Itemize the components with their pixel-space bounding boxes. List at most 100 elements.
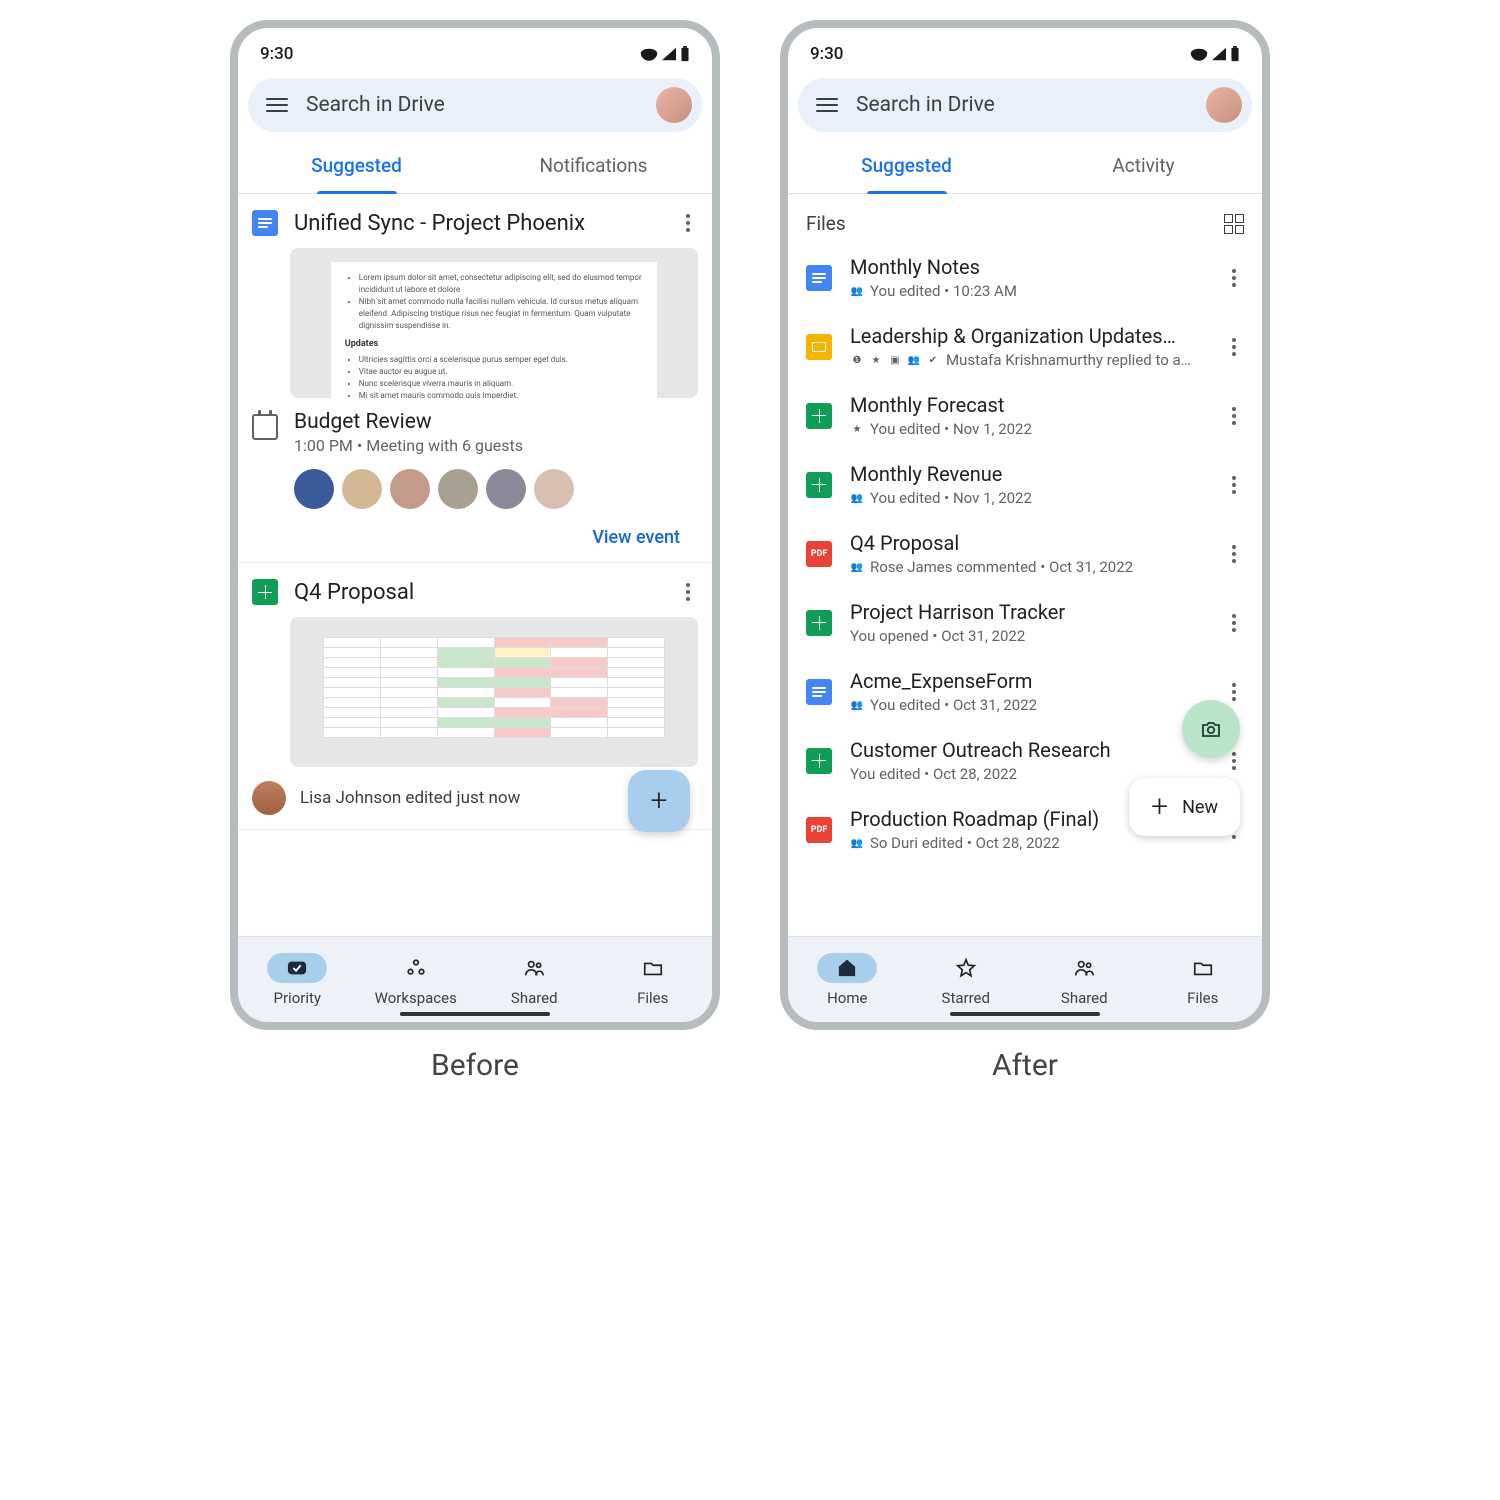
clock: 9:30 (260, 44, 293, 64)
phone-after: 9:30 Search in Drive Suggested Activity … (780, 20, 1270, 1030)
people-icon: 👥 (850, 560, 864, 574)
fab-add[interactable]: + (628, 770, 690, 832)
more-icon[interactable] (1224, 265, 1244, 291)
menu-icon[interactable] (266, 98, 288, 112)
card-title: Q4 Proposal (294, 580, 662, 605)
fab-new[interactable]: + New (1129, 778, 1240, 836)
status-bar: 9:30 (788, 28, 1262, 72)
tabs: Suggested Notifications (238, 154, 712, 194)
card-title: Unified Sync - Project Phoenix (294, 211, 662, 236)
activity-text: Lisa Johnson edited just now (300, 788, 520, 808)
people-icon: 👥 (850, 698, 864, 712)
fab-camera[interactable] (1182, 700, 1240, 758)
file-name: Monthly Revenue (850, 462, 1206, 486)
gesture-bar (950, 1012, 1100, 1016)
file-name: Monthly Forecast (850, 393, 1206, 417)
file-row[interactable]: Monthly Forecast ★You edited • Nov 1, 202… (788, 381, 1262, 450)
more-icon[interactable] (1224, 403, 1244, 429)
event-subtitle: 1:00 PM • Meeting with 6 guests (294, 436, 523, 455)
docs-icon (806, 265, 832, 291)
more-icon[interactable] (678, 579, 698, 605)
nav-priority[interactable]: Priority (238, 937, 357, 1022)
camera-icon (1199, 717, 1223, 741)
file-subtitle: 👥Rose James commented • Oct 31, 2022 (850, 558, 1206, 576)
sheets-icon (806, 748, 832, 774)
people-icon: 👥 (850, 284, 864, 298)
more-icon[interactable] (1224, 472, 1244, 498)
section-label: Files (806, 212, 846, 235)
file-row[interactable]: Monthly Notes 👥You edited • 10:23 AM (788, 243, 1262, 312)
pdf-icon: PDF (806, 541, 832, 567)
profile-avatar[interactable] (1206, 87, 1242, 123)
gesture-bar (400, 1012, 550, 1016)
guest-avatars (294, 469, 698, 509)
file-name: Project Harrison Tracker (850, 600, 1206, 624)
nav-starred[interactable]: Starred (907, 937, 1026, 1022)
clock: 9:30 (810, 44, 843, 64)
file-row[interactable]: Monthly Revenue 👥You edited • Nov 1, 2022 (788, 450, 1262, 519)
status-icons (1190, 46, 1240, 62)
plus-icon: + (1151, 792, 1168, 822)
tab-suggested[interactable]: Suggested (238, 154, 475, 193)
file-row[interactable]: Project Harrison Tracker You opened • Oct… (788, 588, 1262, 657)
search-placeholder: Search in Drive (306, 93, 638, 117)
nav-home[interactable]: Home (788, 937, 907, 1022)
tabs: Suggested Activity (788, 154, 1262, 194)
suggested-card-peek[interactable] (238, 830, 712, 872)
tab-activity[interactable]: Activity (1025, 154, 1262, 193)
profile-avatar[interactable] (656, 87, 692, 123)
bottom-nav: Priority Workspaces Shared Files (238, 936, 712, 1022)
slides-icon (806, 334, 832, 360)
file-subtitle: 👥You edited • Nov 1, 2022 (850, 489, 1206, 507)
file-name: Leadership & Organization Updates… (850, 324, 1206, 348)
file-row[interactable]: PDF Q4 Proposal 👥Rose James commented • Oc… (788, 519, 1262, 588)
more-icon[interactable] (1224, 541, 1244, 567)
search-bar[interactable]: Search in Drive (248, 78, 702, 132)
file-name: Customer Outreach Research (850, 738, 1206, 762)
plus-icon: + (651, 786, 668, 816)
more-icon[interactable] (1224, 679, 1244, 705)
file-row[interactable]: Leadership & Organization Updates… ❶★▣👥✔M… (788, 312, 1262, 381)
file-subtitle: 👥You edited • 10:23 AM (850, 282, 1206, 300)
nav-workspaces[interactable]: Workspaces (357, 937, 476, 1022)
sheets-icon (806, 610, 832, 636)
tab-suggested[interactable]: Suggested (788, 154, 1025, 193)
people-icon: 👥 (850, 836, 864, 850)
file-name: Monthly Notes (850, 255, 1206, 279)
more-icon[interactable] (1224, 334, 1244, 360)
pdf-icon: PDF (806, 817, 832, 843)
event-title: Budget Review (294, 410, 523, 434)
nav-files[interactable]: Files (594, 937, 713, 1022)
star-icon: ★ (850, 422, 864, 436)
calendar-icon (252, 414, 278, 440)
suggested-card[interactable]: Unified Sync - Project Phoenix Lorem ips… (238, 194, 712, 563)
doc-preview: Lorem ipsum dolor sit amet, consectetur … (290, 248, 698, 398)
people-icon: 👥 (850, 491, 864, 505)
nav-files[interactable]: Files (1144, 937, 1263, 1022)
sheet-preview (290, 617, 698, 767)
menu-icon[interactable] (816, 98, 838, 112)
sheets-icon (806, 472, 832, 498)
file-subtitle: 👥So Duri edited • Oct 28, 2022 (850, 834, 1206, 852)
file-subtitle: ❶★▣👥✔Mustafa Krishnamurthy replied to a… (850, 351, 1206, 369)
caption-before: Before (431, 1048, 519, 1083)
status-icons (640, 46, 690, 62)
nav-shared[interactable]: Shared (1025, 937, 1144, 1022)
file-subtitle: 👥You edited • Oct 31, 2022 (850, 696, 1206, 714)
caption-after: After (992, 1048, 1058, 1083)
tab-notifications[interactable]: Notifications (475, 154, 712, 193)
view-event-link[interactable]: View event (592, 527, 680, 548)
more-icon[interactable] (678, 210, 698, 236)
phone-before: 9:30 Search in Drive Suggested Notificat… (230, 20, 720, 1030)
file-subtitle: ★You edited • Nov 1, 2022 (850, 420, 1206, 438)
nav-shared[interactable]: Shared (475, 937, 594, 1022)
file-subtitle: You opened • Oct 31, 2022 (850, 627, 1206, 645)
more-icon[interactable] (1224, 610, 1244, 636)
grid-view-icon[interactable] (1224, 214, 1244, 234)
user-avatar (252, 781, 286, 815)
search-bar[interactable]: Search in Drive (798, 78, 1252, 132)
fab-new-label: New (1182, 797, 1218, 818)
file-name: Q4 Proposal (850, 531, 1206, 555)
file-list: Monthly Notes 👥You edited • 10:23 AM Leade… (788, 243, 1262, 864)
event-row: Budget Review 1:00 PM • Meeting with 6 g… (252, 410, 698, 455)
